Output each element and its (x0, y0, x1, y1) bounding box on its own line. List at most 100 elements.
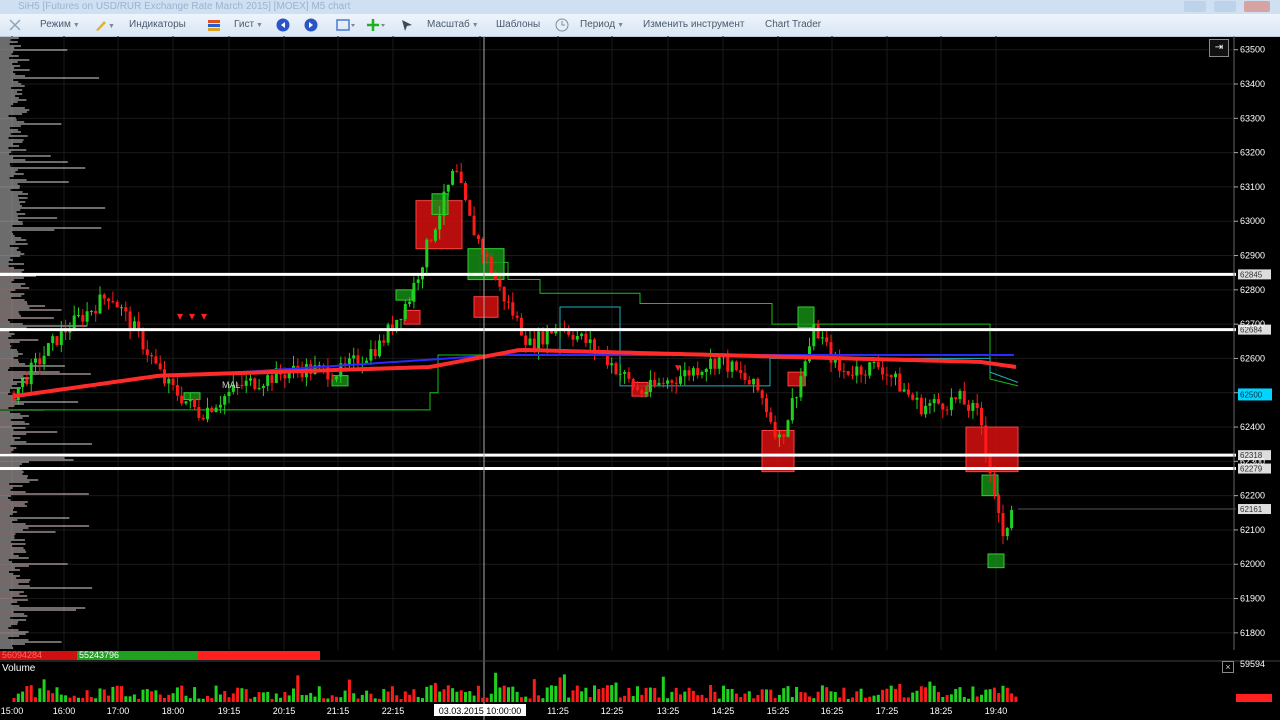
volume-bar (167, 694, 171, 702)
volume-bar (631, 696, 635, 702)
price-tick-label: 62000 (1240, 559, 1265, 569)
crosshair-tool-icon[interactable] (8, 18, 22, 32)
volume-bar (980, 694, 983, 702)
candle-body (102, 294, 106, 299)
candle-body (756, 378, 760, 391)
volume-bar (81, 697, 85, 702)
volume-bar (657, 697, 661, 702)
period-menu[interactable]: Период ▼ (580, 17, 624, 33)
candle-body (640, 389, 644, 395)
signal-arrow (201, 313, 207, 320)
volume-bar (812, 698, 816, 702)
candle-body (674, 382, 678, 384)
candle-body (283, 374, 287, 379)
candle-body (743, 372, 747, 381)
volume-bar (55, 687, 59, 702)
volume-bar (304, 695, 308, 702)
price-tick-label: 62100 (1240, 525, 1265, 535)
change-instrument-menu[interactable]: Изменить инструмент (643, 17, 744, 33)
volume-bar (1014, 696, 1018, 702)
candle-body (760, 390, 764, 399)
volume-bar (145, 689, 149, 702)
price-tick-label: 63100 (1240, 182, 1265, 192)
volume-bar (451, 688, 455, 702)
volume-bar (554, 685, 558, 702)
candle-body (502, 286, 506, 302)
volume-bar (16, 693, 20, 702)
volume-bar (765, 689, 768, 702)
candle-body (709, 358, 713, 369)
jump-to-end-icon[interactable]: ⇥ (1209, 39, 1229, 57)
candle-body (825, 337, 829, 343)
candle-body (937, 399, 940, 404)
maximize-icon[interactable] (1214, 1, 1236, 12)
pencil-dropdown-icon[interactable]: ▼ (108, 19, 115, 35)
templates-menu[interactable]: Шаблоны (496, 17, 540, 33)
volume-bar (571, 690, 575, 702)
hist-menu[interactable]: Гист ▼ (234, 17, 263, 33)
volume-bar (575, 685, 579, 702)
candle-body (485, 254, 489, 257)
volume-bar (988, 689, 992, 702)
close-subwindow-icon[interactable]: × (1222, 661, 1234, 673)
price-tick-label: 62600 (1240, 353, 1265, 363)
candle-body (253, 378, 257, 389)
volume-bar (184, 695, 188, 702)
time-axis[interactable]: 15:00 16:00 17:00 18:00 19:15 20:15 21:15 22:15… (1, 704, 1008, 716)
candle-body (842, 370, 846, 372)
volume-bar (279, 697, 283, 702)
arrow-tool-icon[interactable] (400, 18, 414, 32)
candle-body (730, 361, 734, 372)
pencil-icon[interactable] (94, 18, 108, 32)
scroll-back-icon[interactable] (276, 18, 290, 32)
volume-bar (421, 698, 424, 702)
minimize-icon[interactable] (1184, 1, 1206, 12)
signal-arrow (177, 313, 183, 320)
candle-body (911, 394, 915, 400)
chart-trader-menu[interactable]: Chart Trader (765, 17, 821, 33)
cluster-box (183, 392, 201, 401)
cluster-box (797, 306, 815, 329)
price-chart[interactable]: 62845626846231862279 63500 63400 63300 6320… (0, 36, 1280, 720)
volume-bar (756, 694, 760, 702)
mode-menu[interactable]: Режим ▼ (40, 17, 80, 33)
volume-bar (984, 689, 988, 702)
volume-bar (704, 698, 708, 702)
volume-bar (412, 689, 416, 702)
candle-body (863, 374, 867, 376)
volume-bar (322, 698, 326, 702)
price-tick-label: 61800 (1240, 628, 1265, 638)
histogram-icon[interactable] (207, 18, 221, 32)
horizontal-levels[interactable]: 62845626846231862279 (0, 269, 1271, 474)
clock-icon[interactable] (555, 18, 569, 32)
candle-body (691, 368, 695, 376)
price-axis[interactable]: 63500 63400 63300 63200 63100 63000 62900 62800… (1018, 36, 1272, 650)
close-icon[interactable] (1244, 1, 1270, 12)
volume-bar (29, 685, 33, 702)
volume-bar (558, 677, 562, 702)
volume-bar (511, 686, 515, 702)
volume-bar (653, 688, 657, 702)
volume-bar (481, 697, 485, 702)
layout-icon[interactable] (336, 18, 356, 32)
volume-bar (472, 695, 476, 702)
candle-body (812, 324, 816, 347)
scale-menu[interactable]: Масштаб ▼ (427, 17, 479, 33)
indicators-menu[interactable]: Индикаторы (129, 17, 186, 33)
time-tick-label: 11:25 (547, 706, 569, 716)
title-bar: SiH5 [Futures on USD/RUR Exchange Rate M… (0, 0, 1280, 14)
volume-bar (21, 691, 25, 702)
volume-bar (46, 690, 50, 702)
candle-body (734, 361, 738, 371)
volume-bar (597, 688, 601, 702)
volume-bar (967, 698, 971, 702)
volume-bar (373, 698, 377, 702)
candle-body (498, 279, 502, 287)
volume-bar (859, 688, 863, 702)
volume-bar (433, 682, 437, 702)
time-tick-label: 15:00 (1, 706, 24, 716)
candle-body (369, 349, 373, 361)
add-indicator-icon[interactable] (366, 18, 386, 32)
volume-bar (777, 694, 781, 702)
scroll-forward-icon[interactable] (304, 18, 318, 32)
